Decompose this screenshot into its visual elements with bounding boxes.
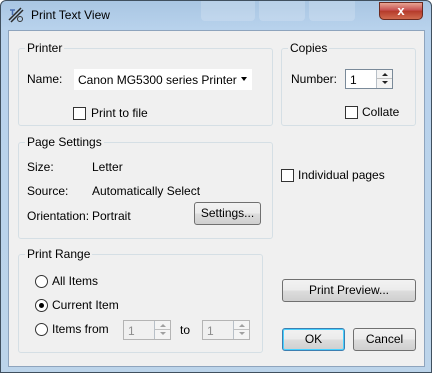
cancel-button[interactable]: Cancel xyxy=(353,328,416,351)
print-range-group-label: Print Range xyxy=(25,247,93,261)
chevron-down-icon[interactable] xyxy=(239,332,245,335)
printer-group-label: Printer xyxy=(25,41,65,55)
items-to-value: 1 xyxy=(207,324,214,338)
close-button[interactable]: x xyxy=(379,2,423,20)
window-title: Print Text View xyxy=(31,8,110,22)
stepper-buttons[interactable] xyxy=(233,321,249,339)
chevron-up-icon[interactable] xyxy=(382,73,388,76)
source-label: Source: xyxy=(27,184,69,198)
printer-name-value: Canon MG5300 series Printer xyxy=(78,73,237,87)
printer-name-label: Name: xyxy=(27,72,63,86)
items-from-stepper[interactable]: 1 xyxy=(123,320,171,340)
collate-checkbox[interactable] xyxy=(345,106,358,119)
title-ghost-tab xyxy=(309,1,355,21)
items-to-stepper[interactable]: 1 xyxy=(202,320,250,340)
collate-label[interactable]: Collate xyxy=(362,105,399,119)
copies-group: Copies Number: 1 Collate xyxy=(281,41,416,126)
size-label: Size: xyxy=(27,160,54,174)
copies-group-label: Copies xyxy=(288,41,330,55)
all-items-radio[interactable] xyxy=(35,275,48,288)
orientation-value: Portrait xyxy=(92,209,131,223)
print-dialog-window: Print Text View x Printer Name: Canon MG… xyxy=(0,0,432,373)
stepper-buttons[interactable] xyxy=(154,321,170,339)
current-item-label[interactable]: Current Item xyxy=(52,298,119,312)
ok-button[interactable]: OK xyxy=(282,328,345,351)
page-settings-group: Page Settings Size: Letter Source: Autom… xyxy=(18,135,273,239)
print-range-group: Print Range All Items Current Item Items… xyxy=(18,247,263,353)
print-to-file-label[interactable]: Print to file xyxy=(91,106,148,120)
current-item-radio[interactable] xyxy=(35,299,48,312)
print-app-icon xyxy=(8,7,24,23)
dialog-client-area: Printer Name: Canon MG5300 series Printe… xyxy=(8,30,425,367)
print-preview-button[interactable]: Print Preview... xyxy=(282,279,416,302)
copies-number-stepper[interactable]: 1 xyxy=(345,69,393,89)
chevron-up-icon[interactable] xyxy=(160,324,166,327)
chevron-down-icon[interactable] xyxy=(241,77,247,81)
title-ghost-tab xyxy=(259,1,305,21)
size-value: Letter xyxy=(92,160,123,174)
chevron-up-icon[interactable] xyxy=(239,324,245,327)
page-settings-group-label: Page Settings xyxy=(25,135,104,149)
orientation-label: Orientation: xyxy=(27,209,90,223)
items-from-radio[interactable] xyxy=(35,323,48,336)
chevron-down-icon[interactable] xyxy=(382,81,388,84)
source-value: Automatically Select xyxy=(92,184,201,198)
printer-group: Printer Name: Canon MG5300 series Printe… xyxy=(18,41,273,126)
settings-button[interactable]: Settings... xyxy=(194,202,261,225)
title-bar[interactable]: Print Text View x xyxy=(1,1,431,29)
copies-number-label: Number: xyxy=(291,72,338,86)
copies-number-value: 1 xyxy=(350,73,357,87)
print-to-file-checkbox[interactable] xyxy=(73,107,86,120)
individual-pages-checkbox[interactable] xyxy=(281,169,294,182)
chevron-down-icon[interactable] xyxy=(160,332,166,335)
printer-name-select[interactable]: Canon MG5300 series Printer xyxy=(74,69,252,90)
individual-pages-label[interactable]: Individual pages xyxy=(298,168,385,182)
to-label: to xyxy=(180,323,191,337)
all-items-label[interactable]: All Items xyxy=(52,274,98,288)
items-from-value: 1 xyxy=(128,324,135,338)
title-ghost-tab xyxy=(201,1,255,21)
close-icon: x xyxy=(397,3,405,18)
stepper-buttons[interactable] xyxy=(376,70,392,88)
items-from-label[interactable]: Items from xyxy=(52,322,109,336)
